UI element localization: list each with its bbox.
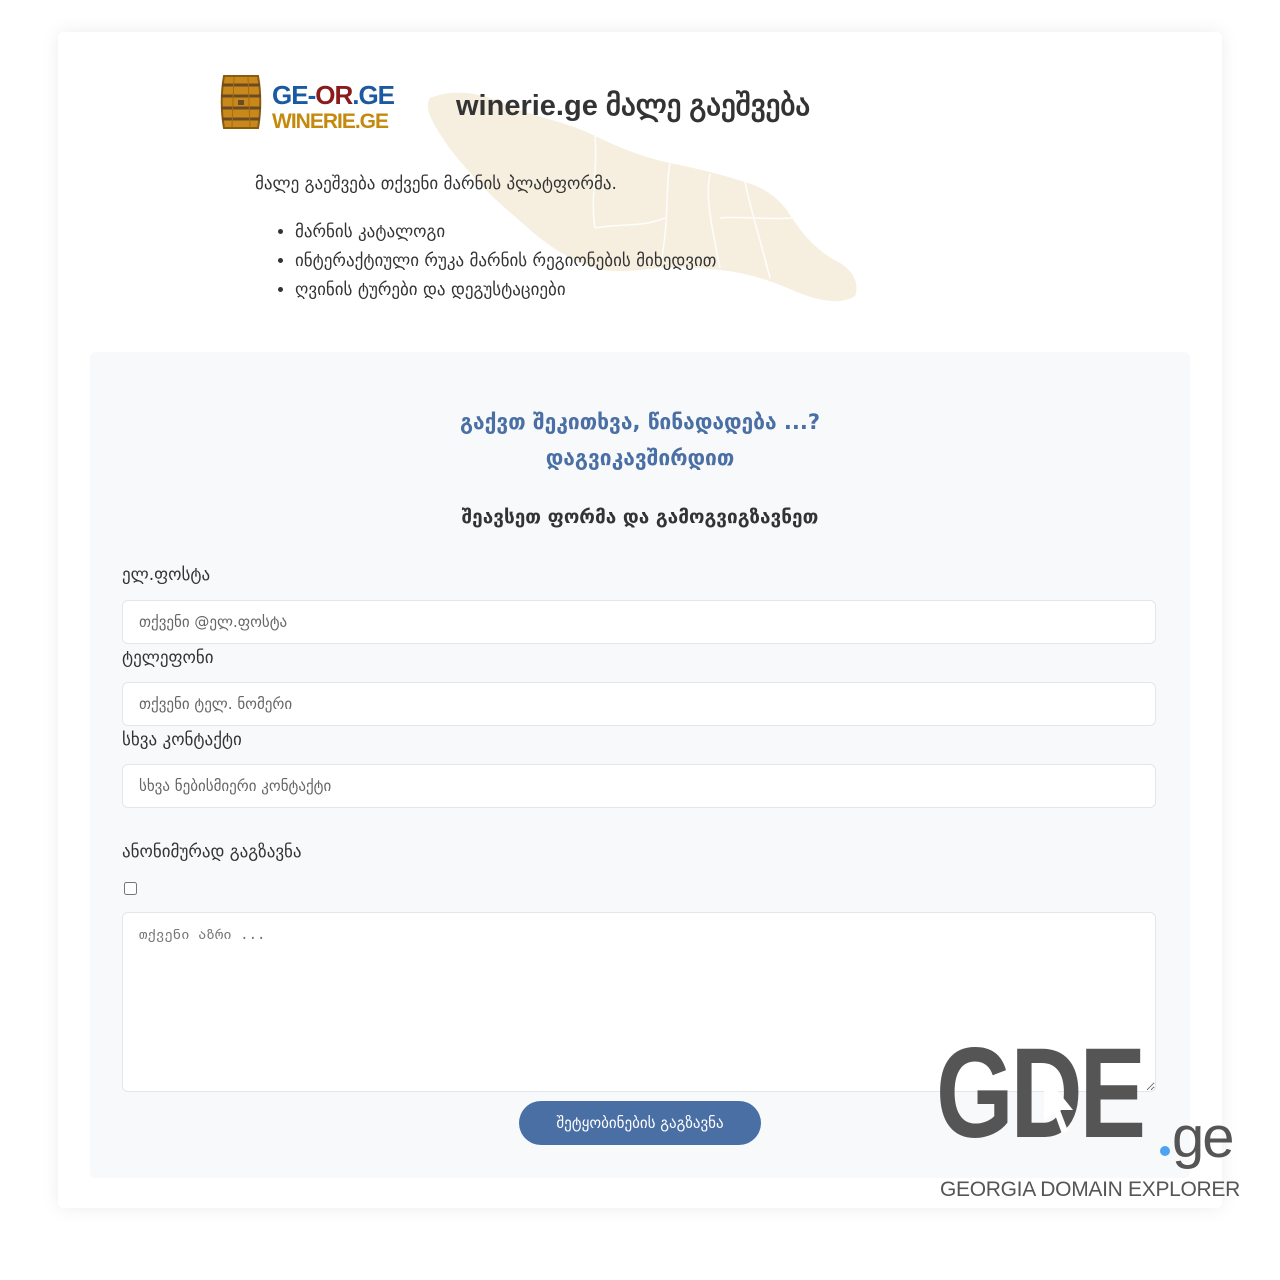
watermark-tld: ge [1172, 1105, 1234, 1170]
email-label: ელ.ფოსტა [122, 565, 211, 585]
logo-wordmark: GE-OR.GE [272, 80, 395, 111]
page-title: winerie.ge მალე გაეშვება [456, 90, 811, 122]
contact-heading-line1: გაქვთ შეკითხვა, წინადადება ...? [459, 410, 821, 434]
phone-field[interactable] [122, 682, 1156, 726]
send-message-button[interactable]: შეტყობინების გაგზავნა [519, 1101, 761, 1145]
contact-heading: გაქვთ შეკითხვა, წინადადება ...? დაგვიკავ… [90, 404, 1190, 476]
anonymous-label: ანონიმურად გაგზავნა [122, 842, 302, 862]
gde-watermark: GDE ge GEORGIA DOMAIN EXPLORER [930, 1030, 1250, 1210]
feature-item: ღვინის ტურები და დეგუსტაციები [295, 276, 716, 305]
other-contact-label: სხვა კონტაქტი [122, 730, 242, 750]
logo-or: OR [315, 80, 353, 110]
feature-list: მარნის კატალოგი ინტერაქტიული რუკა მარნის… [275, 218, 716, 305]
phone-label: ტელეფონი [122, 648, 214, 668]
contact-heading-line2: დაგვიკავშირდით [545, 446, 735, 470]
other-contact-field[interactable] [122, 764, 1156, 808]
wine-barrel-icon [220, 75, 262, 129]
feature-item: მარნის კატალოგი [295, 218, 716, 247]
logo-ge-suffix: .GE [352, 80, 395, 110]
logo-ge-prefix: GE- [272, 80, 316, 110]
cursor-arrow-icon [1044, 1074, 1073, 1134]
contact-subtitle: შეავსეთ ფორმა და გამოგვიგზავნეთ [461, 506, 819, 528]
email-field[interactable] [122, 600, 1156, 644]
anonymous-checkbox[interactable] [124, 882, 137, 895]
watermark-tagline: GEORGIA DOMAIN EXPLORER [940, 1178, 1240, 1201]
site-logo[interactable]: GE-OR.GE WINERIE.GE [220, 72, 410, 136]
feature-item: ინტერაქტიული რუკა მარნის რეგიონების მიხე… [295, 247, 716, 276]
intro-text: მალე გაეშვება თქვენი მარნის პლატფორმა. [255, 174, 617, 194]
logo-subtitle: WINERIE.GE [272, 110, 389, 133]
watermark-dot [1160, 1146, 1170, 1156]
